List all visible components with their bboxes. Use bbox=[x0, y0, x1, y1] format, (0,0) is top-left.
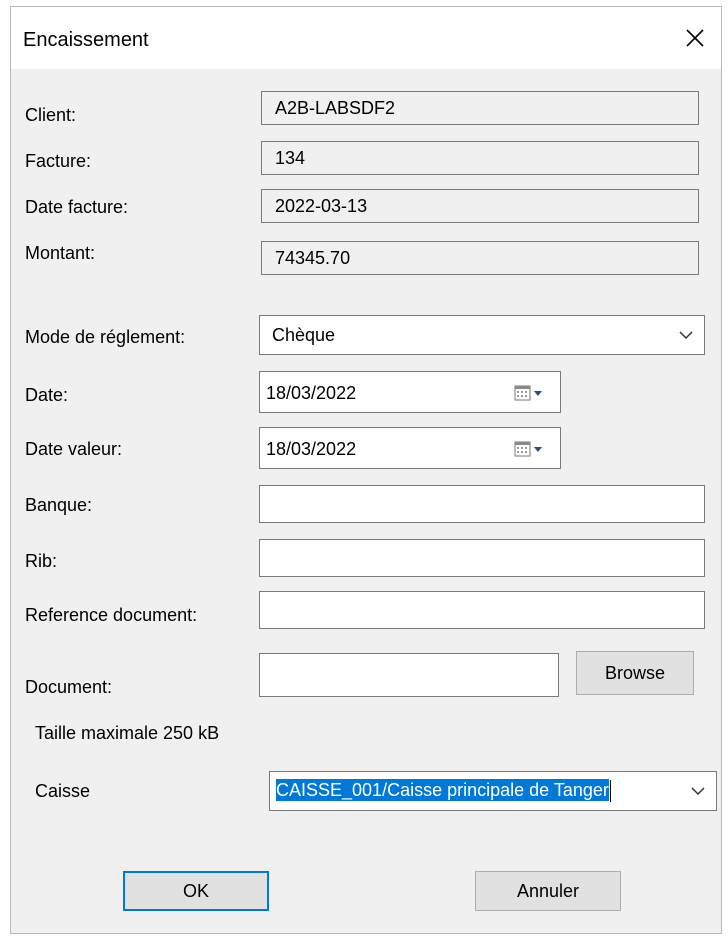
caisse-value: CAISSE_001/Caisse principale de Tanger bbox=[276, 779, 609, 801]
date-value: 18/03/2022 bbox=[266, 383, 357, 403]
caisse-select[interactable]: CAISSE_001/Caisse principale de Tanger bbox=[269, 771, 717, 811]
document-input[interactable] bbox=[259, 653, 559, 697]
date-picker[interactable]: 18/03/2022 bbox=[259, 371, 561, 413]
montant-field: 74345.70 bbox=[261, 241, 699, 275]
reference-document-input[interactable] bbox=[259, 591, 705, 629]
title-bar: Encaissement bbox=[11, 7, 721, 69]
rib-label: Rib: bbox=[25, 551, 58, 571]
mode-reglement-select[interactable]: Chèque bbox=[259, 315, 705, 355]
date-valeur-value: 18/03/2022 bbox=[266, 439, 357, 459]
facture-field: 134 bbox=[261, 141, 699, 175]
size-limit-note: Taille maximale 250 kB bbox=[35, 723, 220, 743]
close-icon bbox=[686, 29, 704, 47]
close-button[interactable] bbox=[669, 7, 721, 69]
text-caret bbox=[609, 780, 611, 803]
date-facture-label: Date facture: bbox=[25, 197, 129, 217]
cancel-button[interactable]: Annuler bbox=[475, 871, 621, 911]
encaissement-dialog: Encaissement Client: A2B-LABSDF2 Facture… bbox=[10, 6, 722, 934]
banque-input[interactable] bbox=[259, 485, 705, 523]
dialog-title: Encaissement bbox=[23, 29, 149, 51]
montant-label: Montant: bbox=[25, 243, 96, 263]
mode-reglement-value: Chèque bbox=[272, 325, 336, 345]
mode-reglement-label: Mode de réglement: bbox=[25, 327, 186, 347]
calendar-icon[interactable] bbox=[514, 383, 550, 403]
reference-document-label: Reference document: bbox=[25, 605, 198, 625]
date-facture-field: 2022-03-13 bbox=[261, 189, 699, 223]
chevron-down-icon bbox=[679, 331, 693, 340]
facture-label: Facture: bbox=[25, 151, 92, 171]
ok-button[interactable]: OK bbox=[123, 871, 269, 911]
caisse-label: Caisse bbox=[35, 781, 91, 801]
document-label: Document: bbox=[25, 677, 113, 697]
date-valeur-picker[interactable]: 18/03/2022 bbox=[259, 427, 561, 469]
banque-label: Banque: bbox=[25, 495, 93, 515]
date-label: Date: bbox=[25, 385, 69, 405]
date-valeur-label: Date valeur: bbox=[25, 439, 123, 459]
client-field: A2B-LABSDF2 bbox=[261, 91, 699, 125]
browse-button[interactable]: Browse bbox=[576, 651, 694, 695]
rib-input[interactable] bbox=[259, 539, 705, 577]
chevron-down-icon bbox=[691, 787, 705, 796]
client-label: Client: bbox=[25, 105, 77, 125]
calendar-icon[interactable] bbox=[514, 439, 550, 459]
